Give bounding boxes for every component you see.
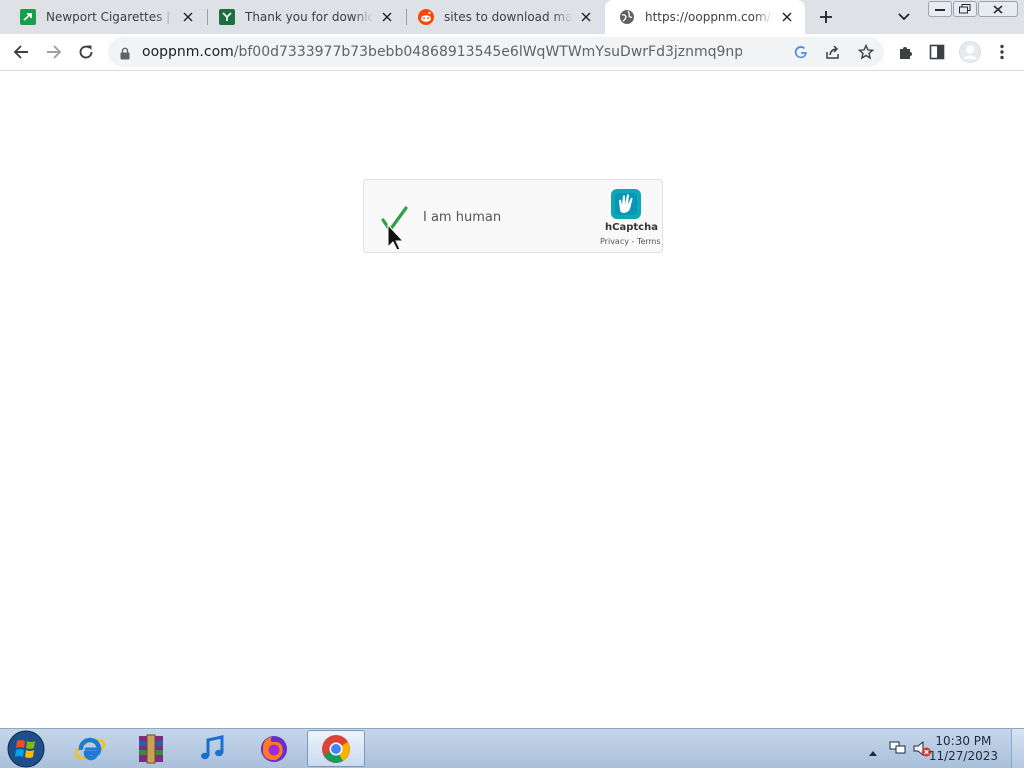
hcaptcha-brand-text: hCaptcha [605, 222, 658, 233]
new-tab-button[interactable] [812, 4, 840, 30]
tab-ooppnm[interactable]: https://ooppnm.com/bf0 [605, 0, 805, 34]
windows-taskbar: 10:30 PM 11/27/2023 [0, 728, 1024, 768]
network-icon [889, 741, 906, 754]
winrar-icon [139, 734, 163, 764]
taskbar-itunes[interactable] [184, 731, 240, 767]
taskbar-internet-explorer[interactable] [62, 731, 118, 767]
restore-icon [959, 4, 971, 14]
terms-link[interactable]: Terms [637, 237, 661, 246]
extensions-button[interactable] [892, 38, 920, 66]
bookmark-star-icon[interactable] [857, 43, 875, 64]
lock-icon[interactable] [120, 45, 130, 64]
minimize-icon [935, 9, 945, 11]
restore-button[interactable] [953, 1, 977, 17]
tab-reddit[interactable]: sites to download malwa [404, 0, 604, 34]
tab-title: Thank you for downloadi [245, 10, 373, 24]
internet-explorer-icon [74, 737, 106, 761]
menu-button[interactable] [988, 38, 1016, 66]
close-icon[interactable] [379, 9, 395, 25]
tab-title: https://ooppnm.com/bf0 [645, 10, 773, 24]
url-text[interactable]: ooppnm.com/bf00d7333977b73bebb0486891354… [142, 44, 742, 60]
minimize-button[interactable] [928, 1, 952, 17]
avatar-icon [959, 41, 981, 63]
tab-strip: Newport Cigarettes | Save Thank you for … [0, 0, 1024, 34]
share-icon[interactable] [825, 44, 841, 64]
taskbar-winrar[interactable] [123, 731, 179, 767]
taskbar-firefox[interactable] [246, 731, 302, 767]
clock-date: 11/27/2023 [928, 749, 998, 763]
mouse-cursor [387, 223, 405, 251]
show-desktop-button[interactable] [1011, 729, 1024, 768]
arrow-right-icon [47, 45, 62, 59]
newport-favicon [20, 9, 36, 25]
excel-favicon [219, 9, 235, 25]
tray-network[interactable] [889, 740, 907, 760]
chrome-icon [322, 734, 350, 763]
close-icon[interactable] [578, 9, 594, 25]
close-icon [993, 4, 1003, 14]
clock-time: 10:30 PM [935, 734, 992, 748]
start-orb [7, 730, 45, 768]
side-panel-button[interactable] [923, 38, 951, 66]
globe-icon [619, 9, 635, 25]
tab-title: sites to download malwa [444, 10, 572, 24]
itunes-icon [201, 735, 224, 760]
close-window-button[interactable] [978, 1, 1018, 17]
firefox-icon [261, 736, 287, 762]
link-separator: - [628, 237, 637, 246]
puzzle-icon [900, 47, 912, 59]
close-icon[interactable] [180, 9, 196, 25]
start-button[interactable] [6, 730, 46, 768]
profile-button[interactable] [956, 38, 984, 66]
captcha-label[interactable]: I am human [423, 210, 501, 225]
tab-search-button[interactable] [892, 6, 916, 28]
forward-button[interactable] [40, 38, 68, 66]
tray-expand-button[interactable] [868, 742, 878, 761]
url-path: /bf00d7333977b73bebb04868913545e6lWqWTWm… [233, 44, 742, 60]
chevron-down-icon [898, 13, 910, 21]
browser-toolbar: ooppnm.com/bf00d7333977b73bebb0486891354… [0, 34, 1024, 71]
side-panel-icon [929, 44, 945, 60]
tab-newport[interactable]: Newport Cigarettes | Save [6, 0, 206, 34]
taskbar-clock[interactable]: 10:30 PM 11/27/2023 [929, 734, 998, 764]
back-button[interactable] [7, 38, 35, 66]
tab-thank-you[interactable]: Thank you for downloadi [205, 0, 405, 34]
privacy-link[interactable]: Privacy [600, 237, 629, 246]
kebab-menu-icon [1000, 44, 1004, 60]
arrow-left-icon [13, 45, 28, 59]
chevron-up-icon [869, 751, 877, 756]
close-icon[interactable] [779, 9, 795, 25]
plus-icon [820, 11, 832, 23]
reload-button[interactable] [72, 38, 100, 66]
url-host: ooppnm.com [142, 44, 234, 60]
reddit-favicon [418, 9, 434, 25]
reload-icon [79, 45, 93, 59]
taskbar-chrome[interactable] [307, 730, 365, 767]
hcaptcha-logo [610, 188, 642, 220]
address-bar[interactable]: ooppnm.com/bf00d7333977b73bebb0486891354… [108, 37, 884, 67]
google-icon[interactable] [794, 44, 808, 63]
captcha-links: Privacy - Terms [600, 237, 661, 246]
tab-title: Newport Cigarettes | Save [46, 10, 174, 24]
